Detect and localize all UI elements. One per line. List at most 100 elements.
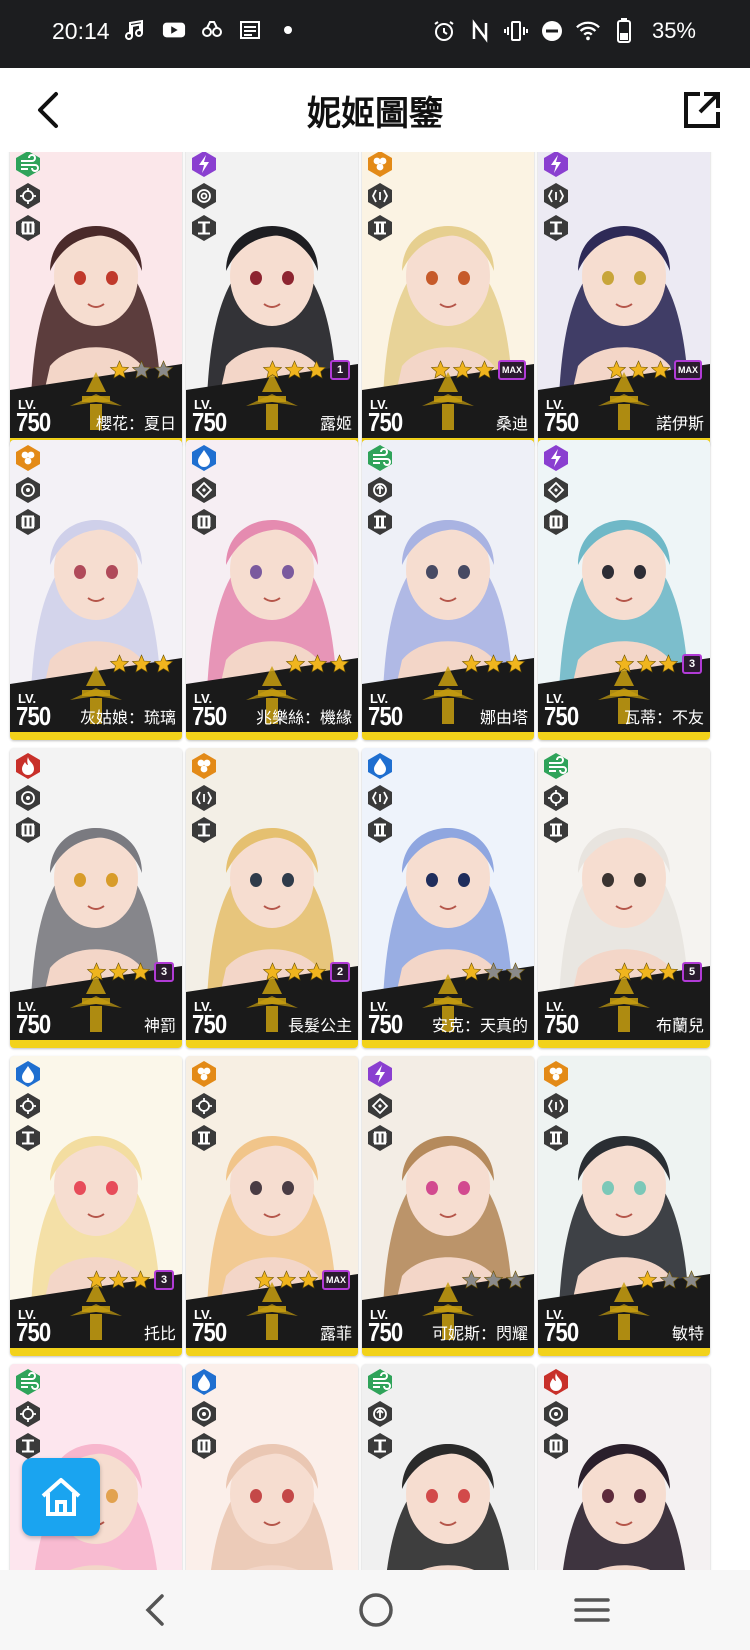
level-bar: [362, 1348, 534, 1356]
news-icon: [238, 18, 262, 42]
character-card[interactable]: LV. 750 瓦蒂：不友 3: [538, 440, 710, 740]
burst-badge: [367, 816, 393, 844]
character-card[interactable]: LV. 750 露菲 MAX: [186, 1056, 358, 1356]
star-rating: 3: [86, 962, 174, 982]
arrow-weapon-icon: [368, 1401, 392, 1427]
character-card[interactable]: LV. 750 櫻花：夏日: [10, 152, 182, 446]
star-filled-icon: [130, 962, 151, 981]
dot-weapon-icon: [16, 785, 40, 811]
character-card[interactable]: LV. 750 長髮公主 2: [186, 748, 358, 1048]
weapon-badge: [543, 182, 569, 210]
character-name: 安克：天真的: [431, 1016, 528, 1035]
star-rating: MAX: [430, 360, 526, 380]
star-rating: [637, 1270, 702, 1290]
star-rating: 3: [86, 1270, 174, 1290]
water-element-icon: [368, 753, 392, 779]
character-card[interactable]: LV. 750 托比 3: [10, 1056, 182, 1356]
burst-badge: [191, 214, 217, 242]
home-icon: [41, 1478, 81, 1516]
character-card[interactable]: LV. 750 兆樂絲：機緣: [186, 440, 358, 740]
element-badge: [15, 444, 41, 472]
character-card[interactable]: LV. 750 敏特: [538, 1056, 710, 1356]
level-value: 750: [368, 407, 403, 437]
do-not-disturb-icon: [540, 19, 564, 43]
star-rating: MAX: [254, 1270, 350, 1290]
character-card[interactable]: LV. 750 神罰 3: [10, 748, 182, 1048]
burst-badge: [543, 1124, 569, 1152]
level-bar: [538, 732, 710, 740]
burst-badge: [15, 1124, 41, 1152]
character-card[interactable]: LV. 750 桑迪 MAX: [362, 152, 534, 446]
core-level-badge: 2: [330, 962, 350, 982]
nav-back-button[interactable]: [136, 1588, 180, 1632]
crosshair-weapon-icon: [192, 1093, 216, 1119]
star-filled-icon: [298, 1270, 319, 1289]
core-level-badge: MAX: [322, 1270, 350, 1290]
burst-III-icon: [16, 215, 40, 241]
star-filled-icon: [86, 1270, 107, 1289]
circle-weapon-icon: [192, 183, 216, 209]
element-badge: [191, 752, 217, 780]
element-badge: [367, 444, 393, 472]
nav-home-button[interactable]: [354, 1588, 398, 1632]
level-bar: [538, 1040, 710, 1048]
element-badge: [15, 1060, 41, 1088]
weapon-badge: [367, 476, 393, 504]
star-filled-icon: [131, 654, 152, 673]
bracket-weapon-icon: [192, 785, 216, 811]
dot-weapon-icon: [16, 477, 40, 503]
star-empty-icon: [505, 1270, 526, 1289]
burst-II-icon: [368, 215, 392, 241]
star-filled-icon: [262, 962, 283, 981]
burst-badge: [367, 1432, 393, 1460]
burst-II-icon: [544, 817, 568, 843]
app-header: 妮姬圖鑒: [0, 68, 750, 152]
character-card[interactable]: [186, 1364, 358, 1570]
star-empty-icon: [659, 1270, 680, 1289]
star-filled-icon: [109, 654, 130, 673]
star-filled-icon: [637, 1270, 658, 1289]
star-rating: [461, 654, 526, 674]
wind-element-icon: [544, 753, 568, 779]
nav-recents-button[interactable]: [570, 1588, 614, 1632]
character-card[interactable]: LV. 750 布蘭兒 5: [538, 748, 710, 1048]
character-card[interactable]: LV. 750 灰姑娘：琉璃: [10, 440, 182, 740]
star-filled-icon: [306, 962, 327, 981]
character-name: 托比: [143, 1324, 176, 1343]
star-rating: 5: [614, 962, 702, 982]
electric-element-icon: [368, 1061, 392, 1087]
character-card[interactable]: [538, 1364, 710, 1570]
home-button[interactable]: [22, 1458, 100, 1536]
character-name: 露菲: [319, 1324, 352, 1343]
burst-III-icon: [16, 509, 40, 535]
character-card[interactable]: LV. 750 露姬 1: [186, 152, 358, 446]
star-filled-icon: [109, 360, 130, 379]
burst-badge: [15, 1432, 41, 1460]
character-card[interactable]: LV. 750 諾伊斯 MAX: [538, 152, 710, 446]
burst-badge: [191, 1124, 217, 1152]
character-card[interactable]: LV. 750 安克：天真的: [362, 748, 534, 1048]
level-bar: [186, 1348, 358, 1356]
element-badge: [191, 1368, 217, 1396]
iron-element-icon: [544, 1061, 568, 1087]
core-level-badge: 3: [682, 654, 702, 674]
character-card[interactable]: [362, 1364, 534, 1570]
character-card[interactable]: LV. 750 可妮斯：閃耀: [362, 1056, 534, 1356]
burst-badge: [191, 816, 217, 844]
nav-back-icon: [145, 1594, 164, 1626]
level-value: 750: [544, 1317, 579, 1347]
character-name: 灰姑娘：琉璃: [79, 708, 176, 727]
star-filled-icon: [254, 1270, 275, 1289]
dot-weapon-icon: [544, 1401, 568, 1427]
core-level-badge: MAX: [674, 360, 702, 380]
character-card[interactable]: LV. 750 娜由塔: [362, 440, 534, 740]
wind-element-icon: [368, 1369, 392, 1395]
element-badge: [543, 1060, 569, 1088]
dot-icon: [276, 18, 300, 42]
burst-badge: [15, 214, 41, 242]
level-bar: [10, 1040, 182, 1048]
wind-element-icon: [16, 152, 40, 177]
open-external-button[interactable]: [680, 88, 724, 132]
character-name: 敏特: [671, 1324, 704, 1343]
dot-weapon-icon: [192, 1401, 216, 1427]
